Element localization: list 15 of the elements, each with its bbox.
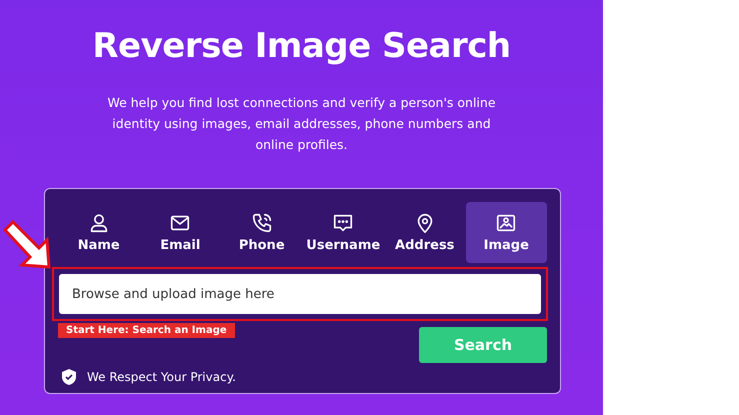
chat-bubble-icon [332,212,354,234]
image-icon [495,212,518,234]
hint-label: Start Here: Search an Image [58,323,235,338]
search-tab[interactable]: Name [58,202,140,263]
search-tab[interactable]: Image [466,202,547,263]
upload-field[interactable]: Browse and upload image here [59,274,541,314]
intro-text: We help you find lost connections and verify a person's online identity using images, email addresses, phone numbers and online profiles. [106,94,497,154]
search-tab[interactable]: Address [384,202,466,263]
search-tab[interactable]: Username [302,202,384,263]
search-tab[interactable]: Email [140,202,221,263]
page-title: Reverse Image Search [92,25,511,68]
phone-icon [250,212,273,234]
search-tab[interactable]: Phone [221,202,302,263]
shield-icon [62,369,76,385]
privacy-text: We Respect Your Privacy. [87,370,236,384]
